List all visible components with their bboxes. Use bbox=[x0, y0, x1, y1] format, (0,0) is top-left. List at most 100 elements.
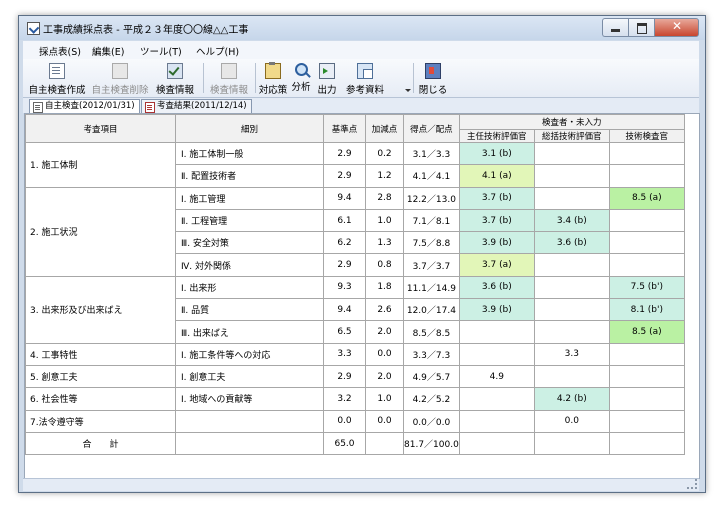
score-cell[interactable] bbox=[608, 342, 685, 366]
score-cell[interactable] bbox=[533, 253, 610, 277]
score-cell[interactable] bbox=[458, 409, 535, 433]
score-cell[interactable]: 4.9 bbox=[458, 364, 535, 389]
score-cell[interactable] bbox=[608, 387, 685, 411]
category-cell: 4. 工事特性 bbox=[25, 342, 176, 366]
score-cell[interactable]: 3.3 bbox=[533, 342, 610, 366]
ratio-cell: 3.7／3.7 bbox=[403, 253, 460, 277]
score-cell[interactable]: 3.7 (b) bbox=[458, 186, 535, 210]
score-cell[interactable] bbox=[533, 141, 610, 166]
score-cell[interactable] bbox=[533, 320, 610, 344]
score-cell[interactable]: 3.9 (b) bbox=[458, 298, 535, 322]
resize-grip-icon[interactable] bbox=[687, 479, 697, 489]
score-cell[interactable]: 3.9 (b) bbox=[458, 231, 535, 255]
ratio-cell: 4.9／5.7 bbox=[403, 364, 460, 389]
score-cell[interactable] bbox=[608, 208, 685, 233]
score-table: 考査項目 細別 基準点 加減点 得点／配点 検査者・未入力 主任技術評価官 総括… bbox=[25, 114, 685, 456]
score-cell[interactable]: 7.5 (b') bbox=[608, 275, 685, 300]
score-cell[interactable] bbox=[608, 364, 685, 389]
minimize-button[interactable] bbox=[602, 18, 628, 37]
score-cell[interactable]: 8.5 (a) bbox=[608, 320, 685, 344]
score-cell[interactable] bbox=[533, 364, 610, 389]
app-window: 工事成績採点表 - 平成２３年度〇〇線△△工事 ✕ 採点表(S) 編集(E) ツ… bbox=[18, 15, 706, 493]
exit-icon bbox=[425, 63, 441, 79]
app-icon bbox=[27, 22, 40, 35]
score-cell[interactable] bbox=[533, 298, 610, 322]
inspection-info-button-disabled[interactable]: 検査情報 bbox=[206, 61, 252, 96]
category-cell: 3. 出来形及び出来ばえ bbox=[25, 275, 176, 344]
analysis-button[interactable]: 分析 bbox=[289, 61, 313, 95]
score-cell[interactable]: 4.1 (a) bbox=[458, 164, 535, 188]
create-self-inspection-button[interactable]: 自主検査作成 bbox=[27, 61, 87, 96]
score-cell[interactable] bbox=[458, 342, 535, 366]
score-cell[interactable]: 3.7 (b) bbox=[458, 208, 535, 233]
tab-self-inspection[interactable]: 自主検査(2012/01/31) bbox=[29, 99, 140, 113]
output-button[interactable]: 出力 bbox=[315, 61, 339, 96]
base-cell: 6.1 bbox=[323, 208, 366, 233]
menu-tools[interactable]: ツール(T) bbox=[140, 44, 182, 58]
category-cell: 2. 施工状況 bbox=[25, 186, 176, 277]
close-icon: ✕ bbox=[672, 19, 683, 33]
score-cell[interactable]: 4.2 (b) bbox=[533, 387, 610, 411]
score-cell[interactable] bbox=[533, 164, 610, 188]
document-delete-icon bbox=[112, 63, 128, 79]
score-cell[interactable] bbox=[608, 409, 685, 433]
score-cell[interactable]: 8.5 (a) bbox=[608, 186, 685, 210]
score-cell[interactable]: 3.6 (b) bbox=[458, 275, 535, 300]
detail-cell: Ⅰ. 出来形 bbox=[175, 275, 324, 300]
inspection-info-button[interactable]: 検査情報 bbox=[152, 61, 198, 96]
bonus-cell: 0.0 bbox=[365, 342, 404, 366]
ratio-cell: 12.2／13.0 bbox=[403, 186, 460, 210]
score-cell[interactable]: 3.7 (a) bbox=[458, 253, 535, 277]
document-icon bbox=[49, 63, 65, 79]
category-cell: 7.法令遵守等 bbox=[25, 409, 176, 433]
ratio-cell: 8.5／8.5 bbox=[403, 320, 460, 344]
header-detail: 細別 bbox=[175, 114, 324, 143]
total-score-cell bbox=[458, 431, 535, 456]
score-cell[interactable] bbox=[533, 275, 610, 300]
title-bar[interactable]: 工事成績採点表 - 平成２３年度〇〇線△△工事 ✕ bbox=[19, 16, 705, 40]
maximize-button[interactable] bbox=[628, 18, 654, 37]
base-cell: 3.3 bbox=[323, 342, 366, 366]
bonus-cell: 1.2 bbox=[365, 164, 404, 188]
score-cell[interactable]: 0.0 bbox=[533, 409, 610, 433]
score-table-body: 1. 施工体制 Ⅰ. 施工体制一般 2.9 0.2 3.1／3.3 3.1 (b) Ⅱ. 配… bbox=[25, 141, 685, 456]
total-detail-cell bbox=[175, 431, 324, 456]
tab-exam-result[interactable]: 考査結果(2011/12/14) bbox=[141, 99, 252, 113]
delete-self-inspection-button[interactable]: 自主検査削除 bbox=[90, 61, 150, 96]
detail-cell: Ⅳ. 対外関係 bbox=[175, 253, 324, 277]
bonus-cell: 2.6 bbox=[365, 298, 404, 322]
close-button[interactable]: ✕ bbox=[654, 18, 699, 37]
reference-button[interactable]: 参考資料 bbox=[343, 61, 387, 96]
base-cell: 9.4 bbox=[323, 186, 366, 210]
menu-help[interactable]: ヘルプ(H) bbox=[196, 44, 239, 58]
score-cell[interactable] bbox=[458, 320, 535, 344]
score-cell[interactable]: 3.6 (b) bbox=[533, 231, 610, 255]
base-cell: 3.2 bbox=[323, 387, 366, 411]
detail-cell: Ⅱ. 配置技術者 bbox=[175, 164, 324, 188]
close-app-button[interactable]: 閉じる bbox=[418, 61, 448, 96]
detail-cell bbox=[175, 409, 324, 433]
score-cell[interactable] bbox=[608, 231, 685, 255]
score-cell[interactable] bbox=[608, 253, 685, 277]
countermeasure-button[interactable]: 対応策 bbox=[258, 61, 288, 96]
score-cell[interactable]: 8.1 (b') bbox=[608, 298, 685, 322]
table-row: 1. 施工体制 Ⅰ. 施工体制一般 2.9 0.2 3.1／3.3 3.1 (b) bbox=[25, 141, 685, 188]
total-label: 合 計 bbox=[25, 431, 176, 456]
menu-file[interactable]: 採点表(S) bbox=[39, 44, 81, 58]
header-inspectors-group: 検査者・未入力 bbox=[458, 114, 685, 130]
bonus-cell: 1.3 bbox=[365, 231, 404, 255]
bonus-cell: 1.0 bbox=[365, 208, 404, 233]
clipboard-icon bbox=[265, 62, 281, 79]
score-cell[interactable] bbox=[533, 186, 610, 210]
menu-edit[interactable]: 編集(E) bbox=[92, 44, 124, 58]
chevron-down-icon[interactable] bbox=[405, 89, 411, 92]
score-cell[interactable]: 3.4 (b) bbox=[533, 208, 610, 233]
document-icon bbox=[145, 102, 155, 113]
score-cell[interactable] bbox=[458, 387, 535, 411]
base-cell: 2.9 bbox=[323, 164, 366, 188]
score-cell[interactable] bbox=[608, 164, 685, 188]
base-cell: 2.9 bbox=[323, 253, 366, 277]
score-cell[interactable] bbox=[608, 141, 685, 166]
bonus-cell: 1.8 bbox=[365, 275, 404, 300]
score-cell[interactable]: 3.1 (b) bbox=[458, 141, 535, 166]
